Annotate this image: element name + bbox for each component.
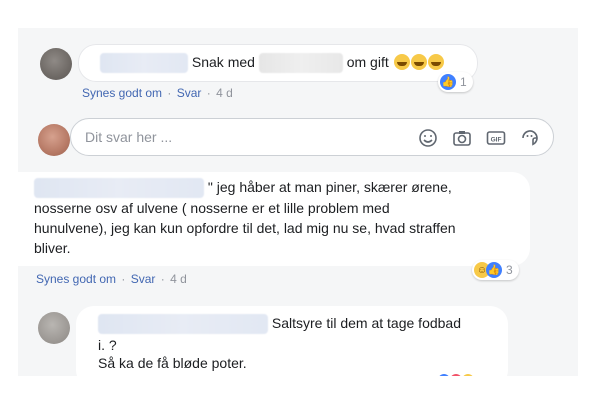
sticker-icon[interactable]: [519, 127, 541, 149]
laughing-emoji-icon: [393, 54, 410, 70]
like-reaction-icon: 👍: [440, 74, 456, 90]
comment-actions: Synes godt om · Svar · 4 d: [82, 86, 233, 100]
redacted-name: [258, 53, 343, 74]
comment-text: Så ka de få bløde poter.: [98, 355, 247, 371]
comment-text: Saltsyre til dem at tage fodbad: [271, 315, 461, 331]
reaction-summary-partial[interactable]: [436, 372, 476, 376]
reply-placeholder: Dit svar her ...: [85, 129, 173, 145]
avatar[interactable]: [38, 312, 70, 344]
comment-bubble: Snak med om gift: [78, 44, 478, 82]
reply-link[interactable]: Svar: [177, 86, 202, 100]
comment-text: " jeg håber at man piner, skærer ørene,: [207, 179, 452, 195]
timestamp[interactable]: 4 d: [170, 272, 187, 286]
avatar[interactable]: [40, 48, 72, 80]
like-link[interactable]: Synes godt om: [82, 86, 162, 100]
comment-text: bliver.: [34, 240, 71, 256]
reaction-summary[interactable]: 👍 1: [438, 72, 473, 92]
timestamp[interactable]: 4 d: [216, 86, 233, 100]
comment-actions: Synes godt om · Svar · 4 d: [36, 272, 187, 286]
redacted-author-name[interactable]: [98, 314, 268, 335]
reply-input[interactable]: Dit svar her ... GIF: [70, 118, 554, 156]
comment-text: om gift: [346, 54, 389, 70]
comment-bubble: Saltsyre til dem at tage fodbad i. ? Så …: [76, 306, 508, 376]
camera-icon[interactable]: [451, 127, 473, 149]
reaction-summary[interactable]: ☺ 👍 3: [472, 260, 519, 280]
reaction-count: 3: [506, 263, 513, 277]
smiley-icon[interactable]: [417, 127, 439, 149]
gif-icon[interactable]: GIF: [485, 127, 507, 149]
like-reaction-icon: 👍: [486, 262, 502, 278]
redacted-author-name[interactable]: [34, 178, 204, 199]
comment-thread: Snak med om gift 👍 1 Synes godt om · Sva…: [18, 28, 578, 376]
laughing-emoji-icon: [410, 54, 427, 70]
comment-text: i. ?: [98, 337, 117, 353]
reply-link[interactable]: Svar: [131, 272, 156, 286]
svg-text:GIF: GIF: [491, 137, 502, 144]
redacted-author-name[interactable]: [100, 53, 188, 74]
comment-text: Snak med: [191, 54, 255, 70]
haha-reaction-icon: [460, 372, 476, 376]
comment-bubble: " jeg håber at man piner, skærer ørene, …: [18, 172, 530, 266]
laughing-emoji-icon: [427, 54, 444, 70]
comment-text: nosserne osv af ulvene ( nosserne er et …: [34, 200, 390, 216]
like-link[interactable]: Synes godt om: [36, 272, 116, 286]
reaction-count: 1: [460, 75, 467, 89]
comment-text: hunulvene), jeg kan kun opfordre til det…: [34, 220, 456, 236]
avatar: [38, 124, 70, 156]
